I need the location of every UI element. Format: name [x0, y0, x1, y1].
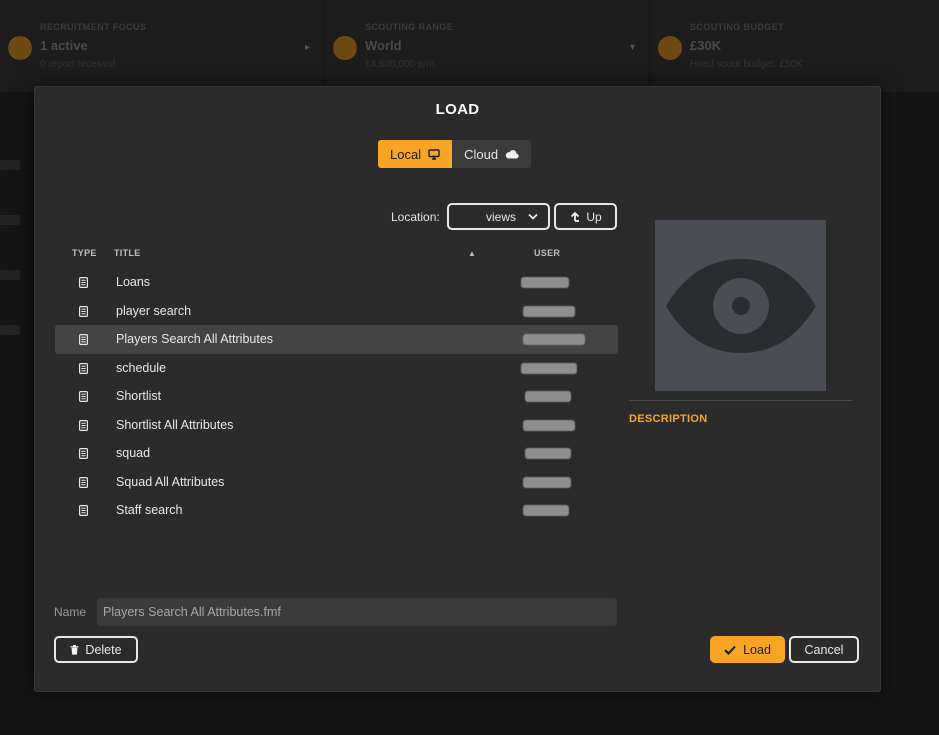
user-redacted: [521, 277, 569, 288]
storage-toggle: Local Cloud: [378, 140, 532, 168]
file-row[interactable]: Shortlist All Attributes: [55, 411, 618, 440]
file-icon: [79, 277, 88, 288]
up-button[interactable]: Up: [554, 203, 617, 230]
column-type[interactable]: TYPE: [72, 248, 97, 258]
file-icon: [79, 505, 88, 516]
user-redacted: [525, 448, 571, 459]
user-redacted: [523, 419, 575, 431]
file-title: squad: [116, 446, 151, 461]
file-table-header: TYPE TITLE ▲ USER: [55, 248, 618, 262]
file-icon: [79, 419, 88, 431]
card-sub: 0 report received: [40, 59, 116, 70]
scouting-budget-card: SCOUTING BUDGET £30K Hired scout budget:…: [650, 0, 939, 92]
cancel-label: Cancel: [804, 642, 844, 657]
preview-divider: [629, 400, 852, 401]
card-label: RECRUITMENT FOCUS: [40, 22, 147, 32]
scouting-range-card: SCOUTING RANGE World £4,500,000 p/m ▾: [325, 0, 650, 92]
background-sidebar: [0, 160, 34, 390]
file-icon: [79, 305, 88, 317]
file-row[interactable]: Loans: [55, 268, 618, 297]
file-title: Players Search All Attributes: [116, 332, 274, 347]
file-icon: [79, 334, 88, 345]
recruitment-focus-card: RECRUITMENT FOCUS 1 active 0 report rece…: [0, 0, 325, 92]
tab-cloud-label: Cloud: [464, 146, 499, 162]
user-redacted: [523, 505, 569, 516]
file-title: player search: [116, 303, 192, 318]
column-user[interactable]: USER: [534, 248, 560, 258]
file-title: Squad All Attributes: [116, 474, 225, 489]
chevron-down-icon: ▾: [629, 42, 635, 53]
load-button[interactable]: Load: [710, 636, 785, 663]
card-value: £30K: [690, 38, 722, 53]
file-row[interactable]: Squad All Attributes: [55, 468, 618, 497]
delete-label: Delete: [85, 642, 122, 657]
arrow-up-icon: [571, 211, 580, 222]
sort-ascending-icon[interactable]: ▲: [468, 249, 476, 258]
file-row[interactable]: schedule: [55, 354, 618, 383]
card-icon: [8, 36, 32, 60]
tab-local-label: Local: [390, 146, 422, 162]
file-title: Staff search: [116, 503, 183, 518]
location-dropdown[interactable]: views: [447, 203, 550, 230]
card-value: 1 active: [40, 38, 88, 53]
card-label: SCOUTING RANGE: [365, 22, 454, 32]
location-value: views: [485, 209, 516, 224]
card-icon: [333, 36, 357, 60]
cloud-icon: [505, 150, 519, 159]
load-label: Load: [743, 642, 771, 657]
card-icon: [658, 36, 682, 60]
user-redacted: [523, 334, 585, 345]
file-row[interactable]: squad: [55, 439, 618, 468]
name-label: Name: [54, 605, 87, 619]
filename-field[interactable]: [97, 598, 617, 626]
file-row[interactable]: Players Search All Attributes: [55, 325, 618, 354]
trash-icon: [70, 644, 79, 655]
file-icon: [79, 448, 88, 459]
dialog-title: LOAD: [435, 101, 480, 118]
tab-local[interactable]: Local: [378, 140, 453, 168]
file-row[interactable]: Shortlist: [55, 382, 618, 411]
card-sub: Hired scout budget: £50K: [690, 59, 803, 70]
eye-icon: [665, 258, 816, 353]
description-label: DESCRIPTION: [629, 413, 708, 425]
file-title: Loans: [116, 275, 151, 290]
file-title: Shortlist All Attributes: [116, 417, 234, 432]
file-icon: [79, 391, 88, 402]
checkmark-icon: [724, 645, 736, 655]
file-row[interactable]: player search: [55, 297, 618, 326]
delete-button[interactable]: Delete: [54, 636, 138, 663]
chevron-down-icon: [528, 213, 538, 220]
user-redacted: [523, 476, 571, 488]
file-title: schedule: [116, 360, 167, 375]
column-title[interactable]: TITLE: [114, 248, 141, 258]
cancel-button[interactable]: Cancel: [789, 636, 859, 663]
background-topbar: RECRUITMENT FOCUS 1 active 0 report rece…: [0, 0, 939, 92]
file-title: Shortlist: [116, 389, 162, 404]
user-redacted: [521, 362, 577, 374]
card-sub: £4,500,000 p/m: [365, 59, 435, 70]
monitor-icon: [428, 148, 440, 160]
chevron-right-icon: ▸: [304, 42, 310, 53]
file-row[interactable]: Staff search: [55, 496, 618, 525]
preview-image: [655, 220, 826, 391]
card-label: SCOUTING BUDGET: [690, 22, 785, 32]
location-label: Location:: [391, 210, 440, 224]
load-dialog: LOAD Local Cloud Location: views Up TYPE…: [34, 86, 881, 692]
tab-cloud[interactable]: Cloud: [452, 140, 532, 168]
user-redacted: [525, 391, 571, 402]
card-value: World: [365, 38, 402, 53]
file-list: Loans player search Players Search All Att…: [55, 268, 618, 525]
up-label: Up: [586, 209, 602, 224]
user-redacted: [523, 305, 575, 317]
file-icon: [79, 362, 88, 374]
file-icon: [79, 476, 88, 488]
